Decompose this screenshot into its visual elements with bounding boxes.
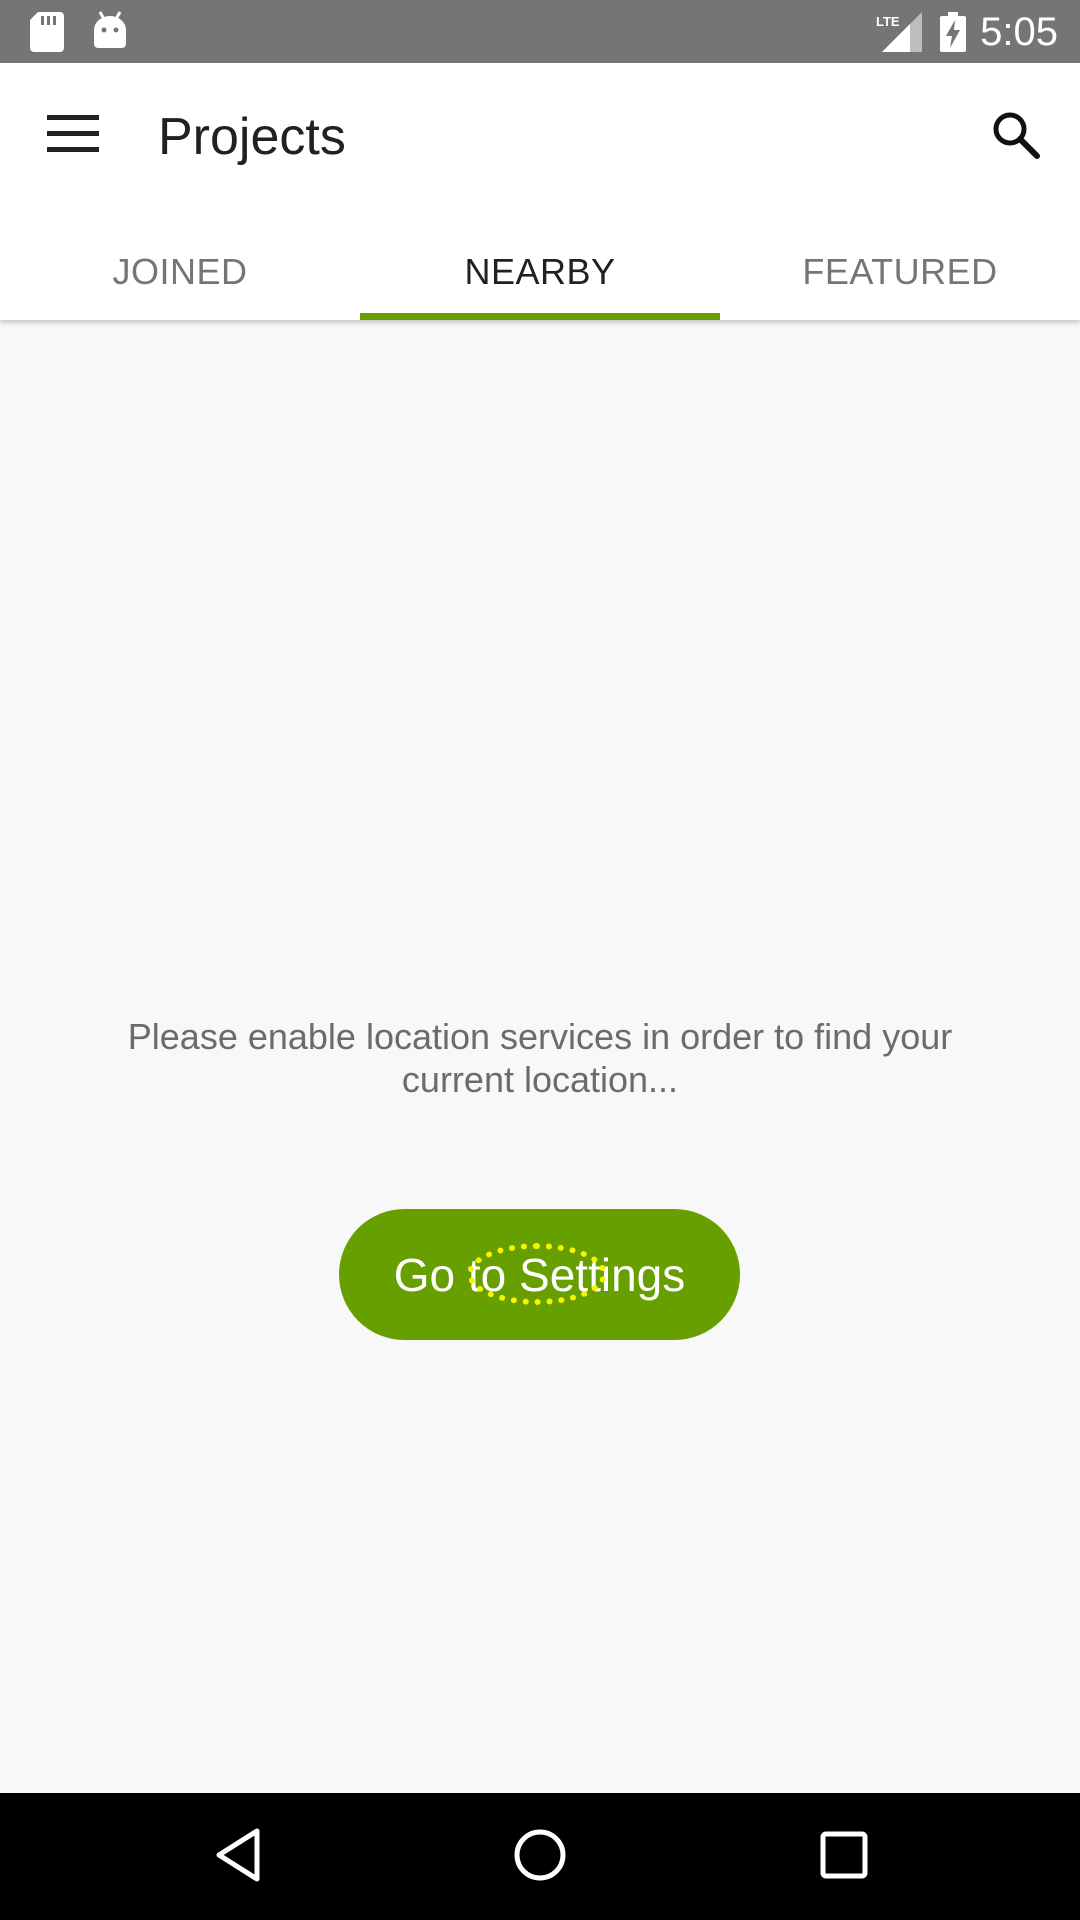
- back-button[interactable]: [206, 1825, 270, 1889]
- tab-bar: JOINED NEARBY FEATURED: [0, 223, 1080, 320]
- search-button[interactable]: [984, 105, 1048, 169]
- tab-nearby[interactable]: NEARBY: [360, 223, 720, 320]
- status-clock: 5:05: [980, 10, 1058, 54]
- tab-joined[interactable]: JOINED: [0, 223, 360, 320]
- app-bar: Projects JOINED NEARBY FEATURED: [0, 63, 1080, 320]
- home-button[interactable]: [508, 1825, 572, 1889]
- location-message: Please enable location services in order…: [127, 1016, 953, 1100]
- sd-card-icon: [30, 12, 64, 57]
- recents-icon: [820, 1831, 868, 1884]
- back-icon: [213, 1827, 263, 1888]
- home-icon: [513, 1828, 567, 1887]
- battery-charging-icon: [940, 12, 966, 57]
- hamburger-menu-icon: [47, 114, 99, 158]
- navigation-bar: [0, 1793, 1080, 1920]
- search-icon: [991, 110, 1041, 165]
- lte-signal-icon: LTE: [874, 12, 922, 57]
- page-title: Projects: [158, 108, 346, 166]
- tab-featured[interactable]: FEATURED: [720, 223, 1080, 320]
- status-bar: LTE 5:05: [0, 0, 1080, 63]
- menu-button[interactable]: [38, 107, 108, 165]
- svg-text:LTE: LTE: [876, 14, 900, 29]
- recents-button[interactable]: [812, 1825, 876, 1889]
- nearby-content: Please enable location services in order…: [0, 320, 1080, 1793]
- android-icon: [92, 10, 128, 55]
- go-to-settings-button[interactable]: Go to Settings: [339, 1209, 740, 1340]
